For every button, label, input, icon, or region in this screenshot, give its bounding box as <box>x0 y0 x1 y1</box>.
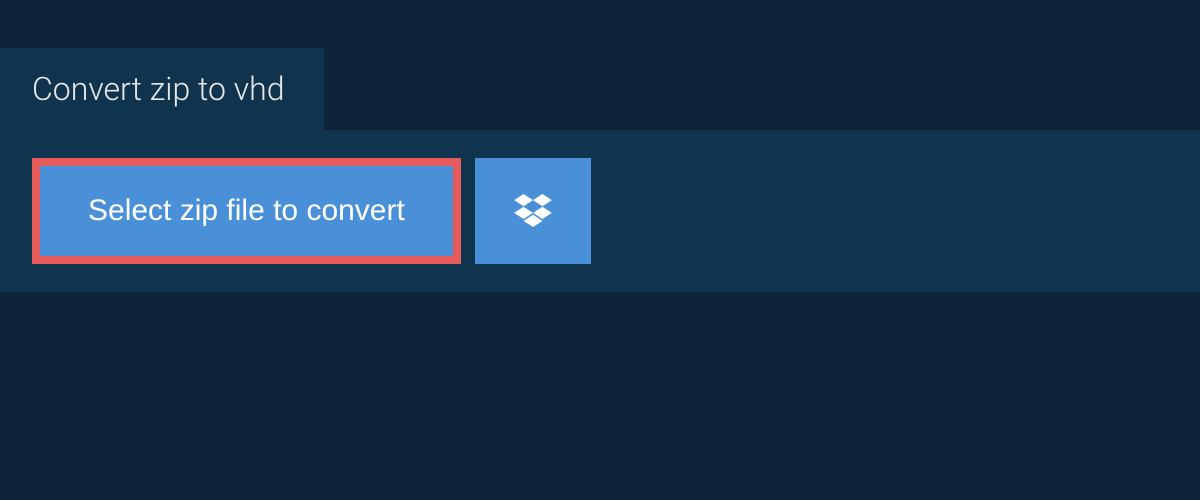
button-row: Select zip file to convert <box>32 158 1168 264</box>
header-tab: Convert zip to vhd <box>0 48 324 130</box>
page-title: Convert zip to vhd <box>32 70 284 108</box>
content-panel: Select zip file to convert <box>0 130 1200 292</box>
select-file-highlight: Select zip file to convert <box>32 158 461 264</box>
dropbox-icon <box>514 194 552 228</box>
select-file-button[interactable]: Select zip file to convert <box>40 166 453 256</box>
dropbox-button[interactable] <box>475 158 591 264</box>
